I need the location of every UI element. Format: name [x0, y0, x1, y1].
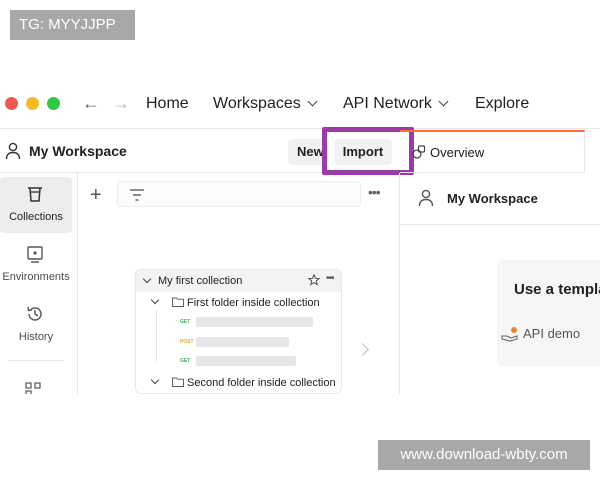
title-bar: ← → Home Workspaces API Network Explore — [0, 80, 600, 129]
sidebar-item-label: Collections — [9, 211, 63, 223]
folder-name: First folder inside collection — [187, 297, 320, 309]
sidebar-item-label: History — [18, 331, 54, 343]
folder-name: Second folder inside collection — [187, 377, 336, 389]
nav-api-network-label: API Network — [343, 95, 432, 112]
overview-workspace-row: My Workspace — [400, 173, 600, 225]
tree-guide-line — [156, 310, 157, 362]
request-method: POST — [180, 339, 194, 345]
nav-workspaces-label: Workspaces — [213, 95, 301, 112]
overview-icon — [412, 145, 426, 159]
tab-overview-label: Overview — [430, 145, 485, 160]
template-card[interactable]: Use a templa API demo — [497, 260, 600, 366]
filter-input[interactable] — [117, 181, 361, 207]
maximize-window-button[interactable] — [47, 97, 60, 110]
sidebar-item-label: Environments — [2, 271, 70, 283]
forward-arrow-icon[interactable]: → — [112, 91, 130, 115]
user-icon — [5, 142, 21, 160]
chevron-down-icon — [438, 96, 449, 107]
minimize-window-button[interactable] — [26, 97, 39, 110]
request-placeholder-bar — [196, 356, 296, 366]
add-collection-button[interactable]: + — [90, 184, 102, 206]
chevron-down-icon — [150, 375, 160, 385]
overview-workspace-title: My Workspace — [447, 191, 538, 206]
sidebar: Collections Environments History — [0, 173, 78, 394]
template-title: Use a templa — [514, 281, 600, 298]
filter-icon — [130, 189, 144, 201]
template-item-api-demo[interactable]: API demo — [501, 326, 581, 342]
trash-can-icon — [28, 187, 42, 202]
postman-window: ← → Home Workspaces API Network Explore … — [0, 80, 600, 394]
request-placeholder-bar — [196, 337, 289, 347]
template-item-label: API demo — [523, 326, 581, 341]
workspace-title: My Workspace — [29, 143, 127, 159]
nav-workspaces[interactable]: Workspaces — [213, 94, 318, 114]
environment-icon — [27, 246, 43, 263]
folder-icon — [172, 297, 184, 307]
folder-icon — [172, 377, 184, 387]
star-icon[interactable] — [308, 274, 320, 286]
user-icon — [418, 189, 434, 207]
history-icon — [27, 306, 42, 321]
close-window-button[interactable] — [5, 97, 18, 110]
watermark-top: TG: MYYJJPP — [10, 10, 135, 40]
nav-api-network[interactable]: API Network — [343, 94, 449, 114]
grid-icon[interactable] — [25, 382, 41, 394]
hand-icon — [501, 327, 518, 342]
request-placeholder-bar — [196, 317, 313, 327]
collection-row[interactable]: My first collection ••• — [136, 270, 341, 292]
sidebar-item-history[interactable]: History — [0, 297, 72, 353]
back-arrow-icon[interactable]: ← — [82, 91, 100, 115]
sidebar-item-collections[interactable]: Collections — [0, 177, 72, 233]
sidebar-divider — [8, 360, 64, 361]
chevron-down-icon — [142, 274, 152, 284]
nav-explore[interactable]: Explore — [475, 94, 529, 114]
chevron-down-icon — [307, 96, 318, 107]
nav-home[interactable]: Home — [146, 94, 189, 114]
sidebar-item-environments[interactable]: Environments — [0, 237, 72, 293]
chevron-down-icon — [150, 295, 160, 305]
collection-more-icon[interactable]: ••• — [326, 273, 334, 285]
collection-name: My first collection — [158, 275, 243, 287]
watermark-bottom: www.download-wbty.com — [378, 440, 590, 470]
request-method: GET — [180, 358, 191, 364]
request-method: GET — [180, 319, 191, 325]
chevron-right-icon[interactable] — [356, 343, 369, 356]
tab-overview[interactable]: Overview — [400, 130, 585, 173]
collection-tree-illustration: My first collection ••• First folder ins… — [135, 269, 342, 394]
more-options-icon[interactable]: ••• — [368, 184, 381, 200]
